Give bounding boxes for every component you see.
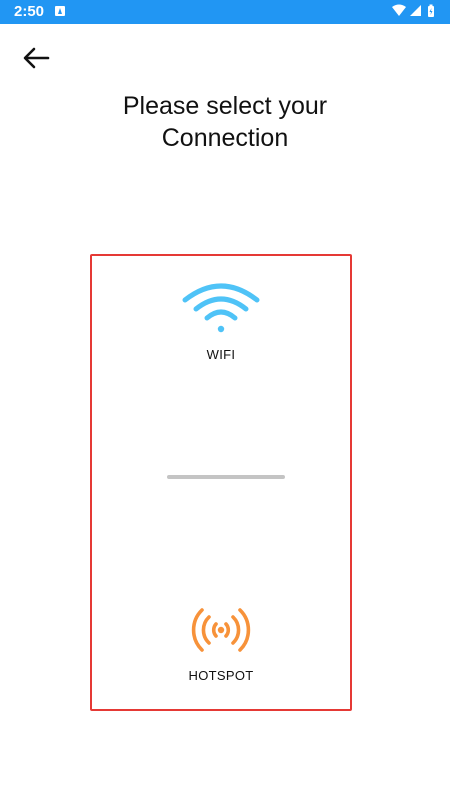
wifi-label: WIFI [206,347,236,362]
hotspot-label: HOTSPOT [188,668,254,683]
wifi-signal-icon [392,4,406,16]
cell-signal-icon [410,5,421,16]
page-title-line-1: Please select your [122,92,328,120]
battery-icon [428,4,434,17]
hotspot-option[interactable]: HOTSPOT [92,604,350,694]
status-icons [392,4,438,20]
status-bar: 2:50 [0,0,450,24]
connection-select-screen: 2:50 Please select your Connection WIFI … [0,0,450,800]
a-notification-icon [55,6,65,16]
page-title: Please select your Connection [0,90,450,154]
back-button[interactable] [20,44,54,72]
arrow-left-icon [23,47,50,69]
hotspot-icon [191,608,251,652]
page-title-line-2: Connection [161,124,289,152]
wifi-option[interactable]: WIFI [92,278,350,368]
divider [167,475,285,479]
connection-card: WIFI HOTSPOT [90,254,352,711]
status-time: 2:50 [14,3,45,20]
wifi-icon [182,283,260,333]
